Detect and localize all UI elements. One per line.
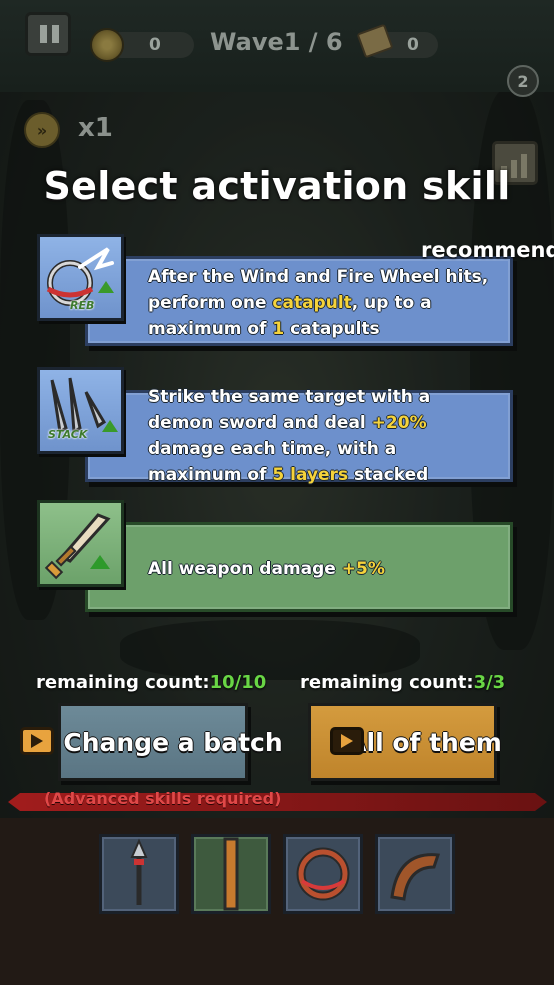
- notification-badge[interactable]: 2: [507, 65, 539, 97]
- remaining-count-change: remaining count:10/10: [36, 672, 267, 693]
- scroll-count: 0: [407, 35, 419, 55]
- skill-description-3: All weapon damage +5%: [148, 559, 385, 579]
- skill-icon-demon-sword: STACK: [37, 367, 124, 454]
- video-ad-icon: [20, 727, 54, 755]
- skill-description-1: After the Wind and Fire Wheel hits, perf…: [148, 267, 489, 339]
- speed-label: x1: [78, 113, 113, 143]
- change-batch-button[interactable]: Change a batch: [58, 703, 283, 781]
- equipment-slot-boomerang[interactable]: [375, 834, 455, 914]
- remaining-count-all: remaining count:3/3: [300, 672, 506, 693]
- equipment-tray: [0, 818, 554, 985]
- advanced-skills-note: (Advanced skills required): [44, 789, 282, 808]
- top-hud: 0 Wave1 / 6 0: [0, 0, 554, 92]
- skill-icon-wind-fire-wheel: REB: [37, 234, 124, 321]
- equipment-slot-staff[interactable]: [191, 834, 271, 914]
- staff-icon: [223, 837, 239, 911]
- spear-icon: [130, 838, 148, 905]
- wheel-icon: [296, 847, 350, 901]
- sword-upgrade-icon: [44, 513, 111, 580]
- skill-description-2: Strike the same target with a demon swor…: [148, 387, 431, 485]
- fast-forward-icon: »: [36, 120, 48, 140]
- equipment-slot-wheel[interactable]: [283, 834, 363, 914]
- page-title: Select activation skill: [43, 164, 511, 208]
- wave-indicator: Wave1 / 6: [210, 28, 343, 56]
- all-of-them-label: All of them: [347, 727, 502, 757]
- skill-icon-weapon-damage: [37, 500, 124, 587]
- pause-button[interactable]: [25, 12, 71, 56]
- recommend-label: recommend: [421, 238, 554, 262]
- boomerang-icon: [390, 853, 441, 901]
- video-ad-icon: [330, 727, 364, 755]
- change-batch-label: Change a batch: [63, 727, 283, 757]
- coin-count: 0: [149, 35, 161, 55]
- fast-forward-button[interactable]: »: [24, 112, 60, 148]
- equipment-slot-spear[interactable]: [99, 834, 179, 914]
- skill-tag: REB: [70, 299, 95, 312]
- pause-icon: [40, 25, 47, 43]
- coin-icon: [90, 28, 124, 62]
- skill-tag: STACK: [48, 428, 88, 441]
